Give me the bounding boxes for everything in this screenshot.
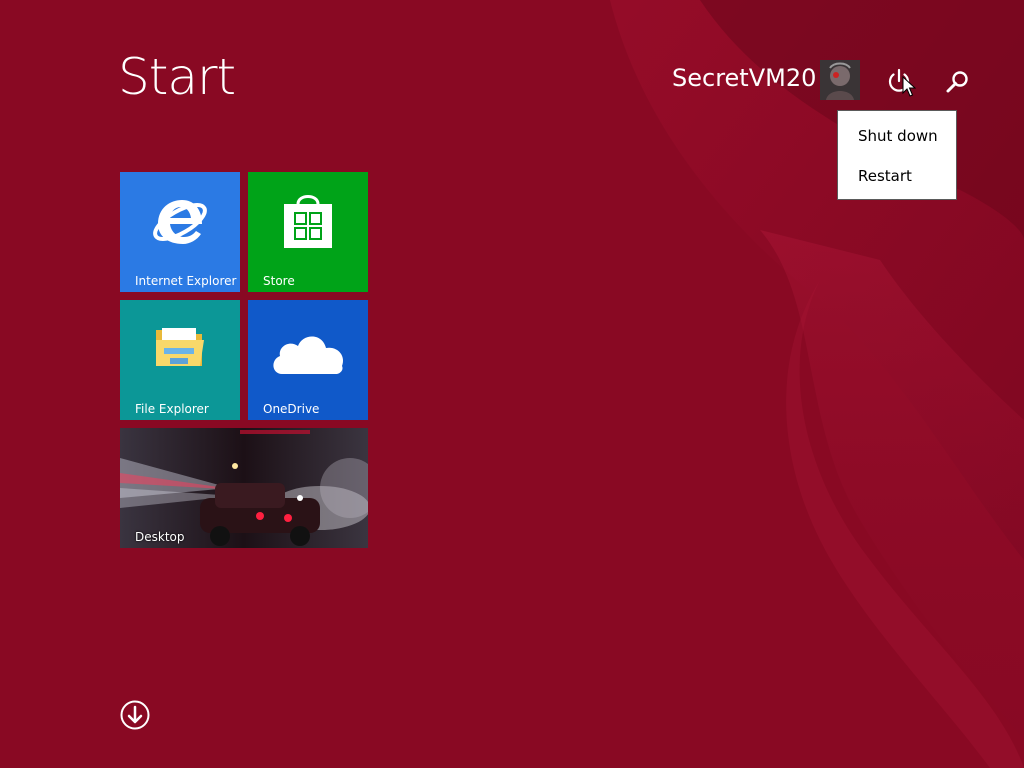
search-icon[interactable] [944,68,972,96]
restart-menu-item[interactable]: Restart [858,167,912,185]
start-title: Start [118,48,236,106]
tile-label: Desktop [135,530,185,544]
power-menu: Shut down Restart [837,110,957,200]
internet-explorer-icon [150,192,210,256]
tile-file-explorer[interactable]: File Explorer [120,300,240,420]
tile-label: File Explorer [135,402,209,416]
tile-label: OneDrive [263,402,320,416]
user-name[interactable]: SecretVM20 [672,64,816,92]
tile-label: Store [263,274,295,288]
tile-desktop[interactable]: Desktop [120,428,368,548]
down-arrow-circle-icon[interactable] [120,700,150,730]
file-explorer-icon [154,324,206,376]
store-icon [280,190,336,256]
user-avatar-icon[interactable] [820,60,860,100]
mouse-cursor-icon [902,75,917,98]
tile-onedrive[interactable]: OneDrive [248,300,368,420]
shut-down-menu-item[interactable]: Shut down [858,127,938,145]
tile-label: Internet Explorer [135,274,237,288]
tile-store[interactable]: Store [248,172,368,292]
onedrive-icon [268,326,348,382]
tile-internet-explorer[interactable]: Internet Explorer [120,172,240,292]
